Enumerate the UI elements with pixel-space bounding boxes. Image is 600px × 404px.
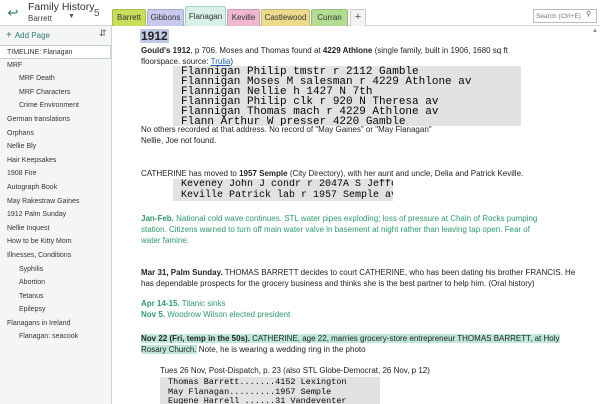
page-item[interactable]: Nellie Bly <box>0 140 111 154</box>
no-others-text[interactable]: No others recorded at that address. No r… <box>141 124 432 136</box>
page-item[interactable]: MRF Characters <box>0 86 111 100</box>
page-item[interactable]: 1908 Fire <box>0 167 111 181</box>
section-name[interactable]: Barrett <box>28 14 52 23</box>
add-page-label: Add Page <box>14 31 50 40</box>
page-item[interactable]: Hair Keepsakes <box>0 154 111 168</box>
palm-sunday-line-2[interactable]: has dependable prospects for the grocery… <box>141 278 535 290</box>
page-list: TIMELINE: Flanagan MRF MRF Death MRF Charac… <box>0 45 111 344</box>
add-page-button[interactable]: + Add Page <box>6 30 50 41</box>
janfeb-line-3[interactable]: water famine. <box>141 235 189 247</box>
tab-curran[interactable]: Curran <box>311 9 348 26</box>
page-item[interactable]: How to be Kitty Mom <box>0 235 111 249</box>
wedding-line-2[interactable]: Rosary Church. Note, he is wearing a wed… <box>141 344 366 356</box>
clipping-text-line: Thomas Barrett.......4152 Lexington <box>168 377 347 387</box>
catherine-moved-text[interactable]: CATHERINE has moved to 1957 Semple (City… <box>141 168 523 180</box>
tab-barrett[interactable]: Barrett <box>112 9 146 26</box>
page-item[interactable]: Abortion <box>0 276 111 290</box>
janfeb-line-1[interactable]: Jan-Feb. National cold wave continues. S… <box>141 213 537 225</box>
page-item[interactable]: 1912 Palm Sunday <box>0 208 111 222</box>
note-content[interactable]: ▲ 1912 Gould's 1912, p 706. Moses and Th… <box>113 26 600 404</box>
wedding-line-1[interactable]: Nov 22 (Fri, temp in the 50s). CATHERINE… <box>141 333 560 345</box>
page-item[interactable]: May Rakestraw Gaines <box>0 195 111 209</box>
gould-line-1[interactable]: Gould's 1912, p 706. Moses and Thomas fo… <box>141 45 508 57</box>
directory-clipping-2[interactable]: Keveney John J condr r 2047A S Jeffer Kev… <box>173 179 393 201</box>
tab-flanagan[interactable]: Flanagan <box>185 6 226 27</box>
newspaper-clipping[interactable]: Thomas Barrett.......4152 Lexington May F… <box>160 377 380 404</box>
scroll-up-icon[interactable]: ▲ <box>592 28 598 34</box>
janfeb-line-2[interactable]: station. Citizens warned to turn off mai… <box>141 224 530 236</box>
search-icon[interactable]: ⚲ <box>586 10 591 18</box>
add-section-button[interactable]: + <box>350 9 366 26</box>
page-item[interactable]: German translations <box>0 113 111 127</box>
sort-icon[interactable]: ⇵ <box>99 28 107 39</box>
palm-sunday-line-1[interactable]: Mar 31, Palm Sunday. THOMAS BARRETT deci… <box>141 267 575 279</box>
page-item[interactable]: Flanagans in Ireland <box>0 317 111 331</box>
page-title[interactable]: 1912 <box>140 29 169 43</box>
page-item[interactable]: Tetanus <box>0 290 111 304</box>
header-bar: ↩ Family History Barrett ▼ 5 Barrett Gib… <box>0 0 600 27</box>
page-item[interactable]: Orphans <box>0 127 111 141</box>
onenote-window: ↩ Family History Barrett ▼ 5 Barrett Gib… <box>0 0 600 404</box>
page-item[interactable]: Illnesses, Conditions <box>0 249 111 263</box>
clipping-text-line: May Flanagan.........1957 Semple <box>168 386 332 397</box>
page-sidebar: + Add Page ⇵ TIMELINE: Flanagan MRF MRF Dea… <box>0 26 112 404</box>
back-arrow-icon[interactable]: ↩ <box>4 4 22 22</box>
page-item[interactable]: Epilepsy <box>0 303 111 317</box>
clipping-text-line: Keville Patrick lab r 1957 Semple av <box>181 190 393 201</box>
tab-keville[interactable]: Keville <box>227 9 260 26</box>
page-item[interactable]: Autograph Book <box>0 181 111 195</box>
clipping-text-line: Keveney John J condr r 2047A S Jeffer <box>181 179 393 190</box>
titanic-line[interactable]: Apr 14-15. Titanic sinks <box>141 298 225 310</box>
page-item[interactable]: MRF <box>0 59 111 73</box>
page-item[interactable]: Flanagan: seacook <box>0 330 111 344</box>
chevron-down-icon[interactable]: ▼ <box>68 13 75 20</box>
tab-castlewood[interactable]: Castlewood <box>261 9 310 26</box>
post-dispatch-text[interactable]: Tues 26 Nov, Post-Dispatch, p. 23 (also … <box>160 365 430 377</box>
trulia-link[interactable]: Trulia <box>211 57 231 66</box>
page-item[interactable]: MRF Death <box>0 72 111 86</box>
page-item[interactable]: Syphilis <box>0 263 111 277</box>
notebook-title[interactable]: Family History <box>28 1 95 13</box>
section-count: 5 <box>94 8 100 19</box>
page-item[interactable]: Crime Environment <box>0 99 111 113</box>
clipping-text-line: Eugene Harrell ......31 Vandeventer <box>168 396 347 404</box>
tab-gibbons[interactable]: Gibbons <box>147 9 184 26</box>
page-item[interactable]: TIMELINE: Flanagan <box>0 45 111 59</box>
page-item[interactable]: Nellie Inquest <box>0 222 111 236</box>
election-line[interactable]: Nov 5. Woodrow Wilson elected president <box>141 309 290 321</box>
directory-clipping-1[interactable]: Flannigan Philip tmstr r 2112 Gamble Flan… <box>173 66 521 126</box>
plus-icon: + <box>6 30 12 41</box>
nellie-joe-text[interactable]: Nellie, Joe not found. <box>141 135 216 147</box>
